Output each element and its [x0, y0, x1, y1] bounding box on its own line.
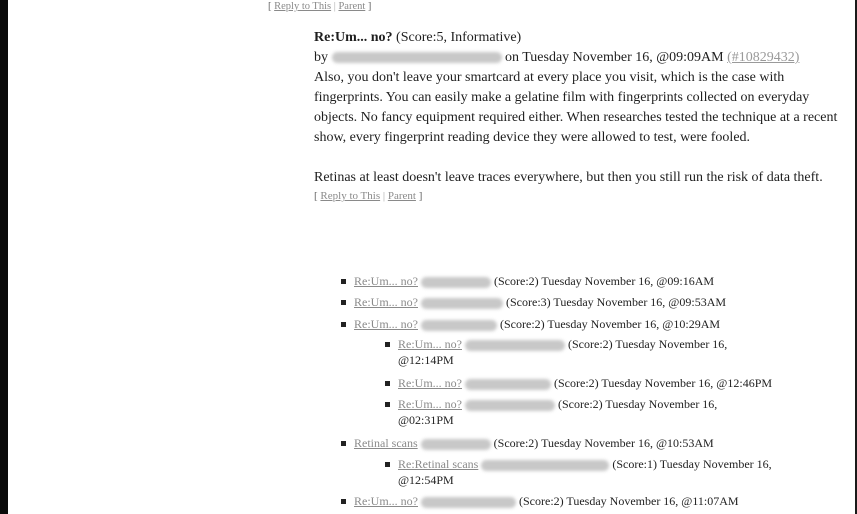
reply-author-redacted[interactable] — [465, 399, 555, 411]
parent-link[interactable]: Parent — [338, 1, 365, 12]
reply-author-redacted[interactable] — [481, 459, 610, 471]
bullet-icon — [341, 499, 346, 504]
reply-title-link[interactable]: Re:Um... no? — [354, 317, 418, 331]
reply-author-redacted[interactable] — [421, 319, 497, 331]
comment-id-link[interactable]: (#10829432) — [727, 50, 799, 65]
reply-title-link[interactable]: Re:Um... no? — [354, 494, 418, 508]
reply-meta: (Score:2) Tuesday November 16, — [568, 337, 728, 351]
reply-author-redacted[interactable] — [465, 339, 565, 351]
reply-item: Re:Um... no? (Score:2) Tuesday November … — [341, 493, 739, 509]
reply-meta-time: @12:54PM — [398, 473, 454, 487]
bullet-icon — [385, 381, 390, 386]
bullet-icon — [385, 342, 390, 347]
bullet-icon — [341, 441, 346, 446]
comment-paragraph-1: Also, you don't leave your smartcard at … — [314, 70, 838, 145]
reply-item: Re:Retinal scans (Score:1) Tuesday Novem… — [385, 456, 838, 488]
reply-meta-time: @02:31PM — [398, 413, 454, 427]
bracket-open: [ — [268, 1, 272, 12]
reply-title-link[interactable]: Re:Um... no? — [354, 295, 418, 309]
byline: by on Tuesday November 16, @09:09AM (#10… — [314, 48, 844, 68]
reply-item: Retinal scans (Score:2) Tuesday November… — [341, 435, 714, 451]
bracket-close: ] — [367, 1, 372, 12]
top-reply-links: [ Reply to This | Parent ] — [268, 1, 371, 12]
reply-author-redacted[interactable] — [421, 297, 503, 309]
reply-author-redacted[interactable] — [465, 378, 551, 390]
reply-title-link[interactable]: Re:Retinal scans — [398, 457, 478, 471]
bullet-icon — [341, 300, 346, 305]
author-name-redacted[interactable] — [331, 52, 502, 64]
post-date: on Tuesday November 16, @09:09AM — [505, 50, 724, 65]
reply-meta: (Score:2) Tuesday November 16, @10:53AM — [493, 436, 714, 450]
reply-meta-time: @12:14PM — [398, 353, 454, 367]
reply-meta: (Score:2) Tuesday November 16, @10:29AM — [500, 317, 721, 331]
reply-to-this-link[interactable]: Reply to This — [274, 1, 331, 12]
comment-paragraph-2: Retinas at least doesn't leave traces ev… — [314, 170, 823, 185]
comment-header: Re:Um... no? (Score:5, Informative) — [314, 28, 844, 48]
reply-title-link[interactable]: Re:Um... no? — [398, 337, 462, 351]
comment-title: Re:Um... no? — [314, 30, 393, 45]
bracket-close: ] — [418, 190, 423, 202]
bullet-icon — [385, 462, 390, 467]
reply-item: Re:Um... no? (Score:2) Tuesday November … — [385, 396, 828, 428]
bullet-icon — [385, 402, 390, 407]
reply-title-link[interactable]: Re:Um... no? — [354, 274, 418, 288]
separator: | — [382, 190, 386, 202]
bullet-icon — [341, 279, 346, 284]
reply-meta: (Score:1) Tuesday November 16, — [612, 457, 772, 471]
comment-score: (Score:5, Informative) — [396, 30, 522, 45]
post-parent-link[interactable]: Parent — [388, 190, 416, 202]
reply-author-redacted[interactable] — [421, 276, 491, 288]
reply-author-redacted[interactable] — [421, 496, 516, 508]
reply-title-link[interactable]: Retinal scans — [354, 436, 418, 450]
reply-meta: (Score:2) Tuesday November 16, @09:16AM — [494, 274, 715, 288]
reply-title-link[interactable]: Re:Um... no? — [398, 397, 462, 411]
reply-author-redacted[interactable] — [420, 438, 491, 450]
reply-meta: (Score:3) Tuesday November 16, @09:53AM — [506, 295, 727, 309]
post-reply-link[interactable]: Reply to This — [320, 190, 380, 202]
reply-item: Re:Um... no? (Score:3) Tuesday November … — [341, 294, 727, 310]
bullet-icon — [341, 322, 346, 327]
reply-meta: (Score:2) Tuesday November 16, — [558, 397, 718, 411]
post-reply-links: [ Reply to This | Parent ] — [314, 190, 844, 202]
comment-post: Re:Um... no? (Score:5, Informative) by o… — [314, 28, 844, 202]
reply-title-link[interactable]: Re:Um... no? — [398, 376, 462, 390]
reply-item: Re:Um... no? (Score:2) Tuesday November … — [341, 273, 715, 289]
bracket-open: [ — [314, 190, 318, 202]
reply-item: Re:Um... no? (Score:2) Tuesday November … — [341, 316, 721, 332]
separator: | — [333, 1, 336, 12]
left-window-border — [0, 0, 8, 514]
reply-item: Re:Um... no? (Score:2) Tuesday November … — [385, 375, 773, 391]
reply-meta: (Score:2) Tuesday November 16, @12:46PM — [554, 376, 773, 390]
by-label: by — [314, 50, 328, 65]
reply-meta: (Score:2) Tuesday November 16, @11:07AM — [519, 494, 739, 508]
reply-item: Re:Um... no? (Score:2) Tuesday November … — [385, 336, 828, 368]
